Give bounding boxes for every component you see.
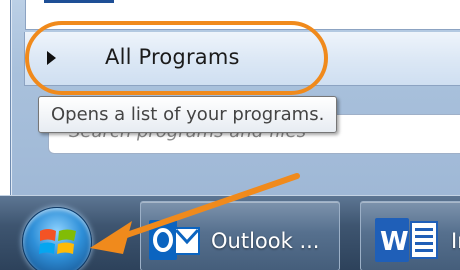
tooltip: Opens a list of your programs. xyxy=(38,96,338,133)
taskbar: Outlook ... W In xyxy=(0,195,460,270)
taskbar-label-outlook: Outlook ... xyxy=(211,229,320,253)
recent-programs-area xyxy=(25,0,460,30)
all-programs-label: All Programs xyxy=(105,45,240,69)
svg-text:W: W xyxy=(380,227,409,257)
taskbar-label-word: In xyxy=(451,229,460,253)
all-programs-item[interactable]: All Programs xyxy=(24,32,460,86)
pinned-item-edge xyxy=(44,0,114,3)
taskbar-button-outlook[interactable]: Outlook ... xyxy=(140,201,340,270)
start-button[interactable] xyxy=(22,207,92,270)
taskbar-button-word[interactable]: W In xyxy=(360,201,460,270)
word-icon: W xyxy=(375,218,438,262)
expand-arrow-icon xyxy=(47,51,56,65)
outlook-icon xyxy=(149,220,200,260)
windows-logo-icon xyxy=(39,229,76,254)
